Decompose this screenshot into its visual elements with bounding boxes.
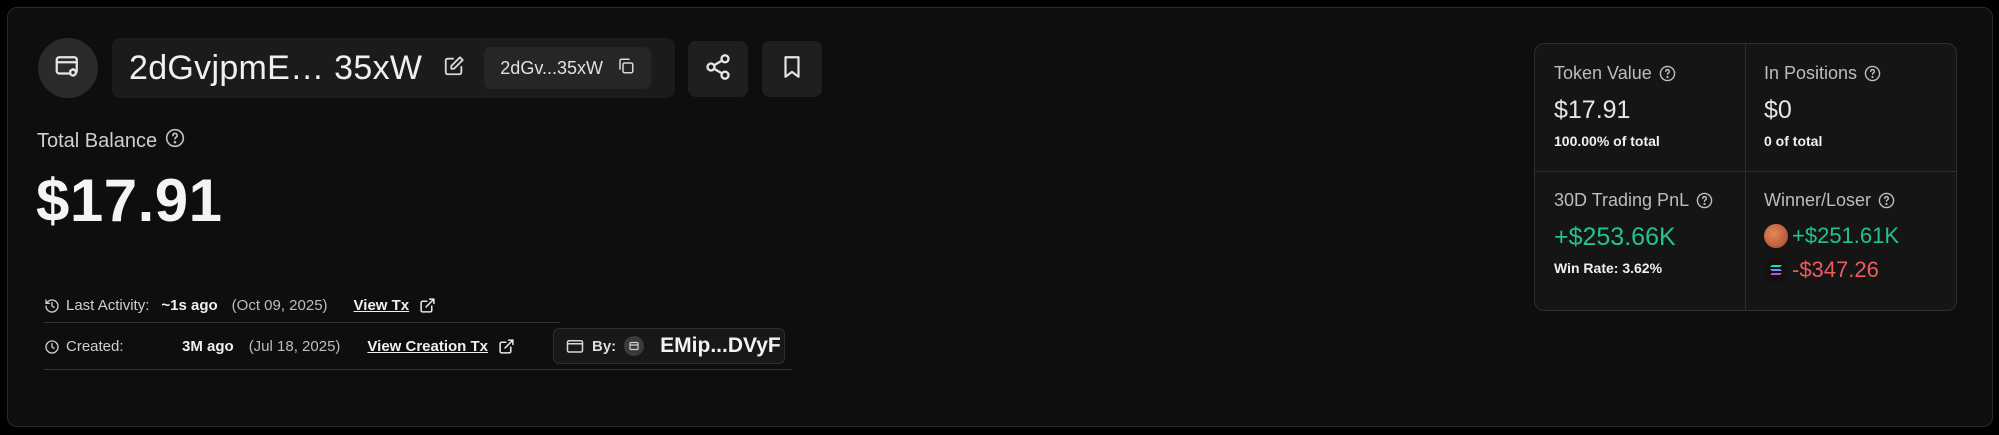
activity-divider [44,322,560,323]
wallet-avatar [38,38,98,98]
winner-loser-label-row: Winner/Loser [1764,190,1899,211]
created-row: Created: 3M ago (Jul 18, 2025) View Crea… [44,338,515,355]
last-activity-value: ~1s ago [161,297,218,314]
edit-name-button[interactable] [440,54,468,82]
last-activity-row: Last Activity: ~1s ago (Oct 09, 2025) Vi… [44,297,436,314]
token-value: $17.91 [1554,96,1631,124]
pnl-value: +$253.66K [1554,223,1676,251]
help-icon[interactable] [1864,65,1881,82]
help-icon[interactable] [1659,65,1676,82]
bookmark-icon [779,53,805,86]
wallet-name-box: 2dGvjpmE… 35xW 2dGv...35xW [112,38,675,98]
pnl-label: 30D Trading PnL [1554,190,1690,210]
token-value-share: 100.00% of total [1554,133,1660,149]
help-icon[interactable] [1878,192,1895,209]
history-icon [44,298,60,314]
creator-address-button[interactable]: By: EMip...DVyF [553,328,785,364]
by-label: By: [592,337,617,355]
token-value-label-row: Token Value [1554,63,1676,84]
winner-value: +$251.61K [1792,223,1900,248]
in-positions-label: In Positions [1764,63,1858,83]
in-positions-cell: In Positions $0 0 of total [1764,63,1881,149]
stats-vertical-divider [1745,44,1746,310]
winner-loser-label: Winner/Loser [1764,190,1872,210]
created-label: Created: [66,338,124,355]
help-icon[interactable] [1696,192,1713,209]
token-value-label: Token Value [1554,63,1652,83]
creator-address: EMip...DVyF [660,334,781,357]
creator-avatar [624,336,645,356]
share-button[interactable] [688,41,748,97]
created-value: 3M ago [182,338,234,355]
bookmark-button[interactable] [762,41,822,97]
total-balance-value: $17.91 [36,167,223,234]
wallet-icon [53,51,83,86]
share-icon [704,53,732,86]
in-positions-label-row: In Positions [1764,63,1881,84]
token-coin-icon [1764,224,1788,248]
winner-loser-cell: Winner/Loser +$251.61K -$347.26 [1764,190,1899,283]
stats-horizontal-divider [1535,171,1956,172]
total-balance-label-row: Total Balance [37,128,185,154]
pnl-label-row: 30D Trading PnL [1554,190,1713,211]
created-date: (Jul 18, 2025) [248,338,341,355]
clock-icon [44,339,60,355]
token-value-cell: Token Value $17.91 100.00% of total [1554,63,1676,149]
total-balance-label: Total Balance [37,129,158,152]
copy-address-button[interactable]: 2dGv...35xW [484,47,651,89]
pnl-cell: 30D Trading PnL +$253.66K Win Rate: 3.62… [1554,190,1713,276]
help-icon[interactable] [165,128,185,154]
last-activity-date: (Oct 09, 2025) [231,297,328,314]
solana-coin-icon [1764,258,1788,282]
in-positions-value: $0 [1764,96,1792,124]
external-link-icon[interactable] [419,297,436,314]
view-creation-tx-link[interactable]: View Creation Tx [367,338,488,355]
edit-icon [443,55,465,82]
win-rate: Win Rate: 3.62% [1554,260,1663,276]
external-link-icon[interactable] [498,338,515,355]
wallet-small-icon [566,338,584,354]
loser-value: -$347.26 [1792,257,1879,282]
copy-icon [617,57,635,80]
created-divider [44,369,792,370]
loser-row[interactable]: -$347.26 [1764,257,1899,283]
in-positions-share: 0 of total [1764,133,1823,149]
last-activity-label: Last Activity: [66,297,150,314]
view-tx-link[interactable]: View Tx [354,297,410,314]
winner-row[interactable]: +$251.61K [1764,223,1899,249]
wallet-name: 2dGvjpmE… 35xW [129,48,423,87]
stats-card: Token Value $17.91 100.00% of total In P… [1534,43,1957,311]
short-address: 2dGv...35xW [500,57,603,78]
